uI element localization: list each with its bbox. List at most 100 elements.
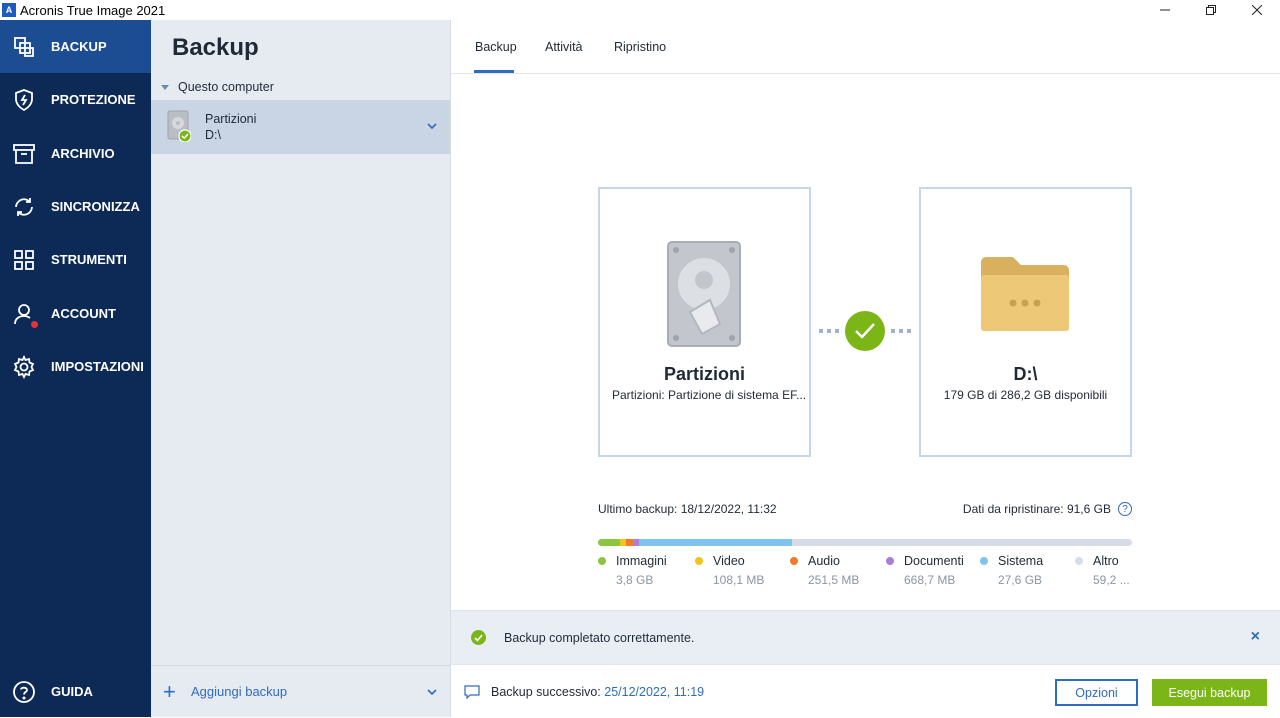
restore-data-info: Dati da ripristinare: 91,6 GB ? bbox=[963, 502, 1132, 516]
success-check-icon bbox=[471, 630, 486, 645]
tab-ripristino[interactable]: Ripristino bbox=[614, 40, 666, 54]
legend-dot bbox=[886, 557, 894, 565]
legend-label: Immagini bbox=[616, 554, 667, 568]
nav-item-strumenti[interactable]: STRUMENTI bbox=[0, 233, 151, 286]
restore-button[interactable] bbox=[1188, 0, 1234, 20]
connector-dots bbox=[819, 329, 839, 333]
window-title: Acronis True Image 2021 bbox=[20, 2, 166, 18]
nav-item-sincronizza[interactable]: SINCRONIZZA bbox=[0, 180, 151, 233]
hard-drive-icon bbox=[667, 241, 741, 347]
source-card[interactable]: Partizioni Partizioni: Partizione di sis… bbox=[598, 187, 811, 457]
notification-text: Backup completato correttamente. bbox=[504, 631, 695, 645]
nav-item-protezione[interactable]: PROTEZIONE bbox=[0, 73, 151, 126]
panel-title: Backup bbox=[172, 34, 259, 61]
nav-label: GUIDA bbox=[51, 684, 93, 699]
add-backup-button[interactable]: + Aggiungi backup bbox=[151, 665, 450, 717]
minimize-icon bbox=[1160, 9, 1170, 11]
plus-icon: + bbox=[163, 678, 176, 704]
backup-details: Backup Attività Ripristino Partizioni Pa… bbox=[451, 20, 1280, 717]
nav-item-account[interactable]: ACCOUNT bbox=[0, 287, 151, 340]
legend-value: 27,6 GB bbox=[998, 573, 1043, 587]
usage-segment-sistema bbox=[639, 539, 793, 546]
next-backup-date[interactable]: 25/12/2022, 11:19 bbox=[604, 685, 704, 699]
restore-data-label: Dati da ripristinare: 91,6 GB bbox=[962, 502, 1111, 516]
tab-backup[interactable]: Backup bbox=[475, 40, 517, 54]
nav-label: ARCHIVIO bbox=[51, 146, 115, 161]
connector-dots bbox=[891, 329, 911, 333]
legend-dot bbox=[790, 557, 798, 565]
help-icon bbox=[12, 680, 36, 704]
legend-label: Sistema bbox=[998, 554, 1044, 568]
nav-item-archivio[interactable]: ARCHIVIO bbox=[0, 127, 151, 180]
usage-legend: Immagini 3,8 GB Video 108,1 MB Audio 251… bbox=[598, 554, 1132, 594]
window-controls bbox=[1142, 0, 1280, 20]
hard-drive-ok-icon bbox=[167, 110, 191, 142]
storage-usage-bar bbox=[598, 539, 1132, 546]
backup-list-item[interactable]: Partizioni D:\ bbox=[151, 100, 450, 154]
active-tab-indicator bbox=[474, 70, 514, 73]
group-label: Questo computer bbox=[178, 80, 274, 94]
nav-item-guida[interactable]: GUIDA bbox=[0, 665, 151, 718]
close-notification-icon[interactable]: × bbox=[1251, 628, 1260, 646]
source-title: Partizioni bbox=[663, 364, 745, 384]
chevron-down-icon[interactable] bbox=[426, 686, 438, 698]
legend-label: Documenti bbox=[904, 554, 964, 568]
backup-destination: D:\ bbox=[205, 128, 221, 142]
run-backup-button[interactable]: Esegui backup bbox=[1152, 679, 1267, 706]
footer-bar: Backup successivo: 25/12/2022, 11:19 Opz… bbox=[451, 664, 1280, 717]
legend-label: Audio bbox=[808, 554, 840, 568]
nav-label: IMPOSTAZIONI bbox=[51, 359, 144, 374]
legend-value: 3,8 GB bbox=[616, 573, 654, 587]
chevron-down-icon[interactable] bbox=[426, 120, 438, 132]
usage-segment-immagini bbox=[598, 539, 620, 546]
nav-label: PROTEZIONE bbox=[51, 92, 136, 107]
legend-value: 251,5 MB bbox=[808, 573, 860, 587]
legend-dot bbox=[598, 557, 606, 565]
nav-label: STRUMENTI bbox=[51, 252, 127, 267]
legend-value: 59,2 ... bbox=[1093, 573, 1130, 587]
main-navigation: BACKUP PROTEZIONE ARCHIVIO SINCRONIZZA S… bbox=[0, 20, 151, 717]
usage-segment-altro bbox=[792, 539, 1132, 546]
success-check-icon bbox=[845, 311, 885, 351]
legend-label: Video bbox=[713, 554, 745, 568]
shield-icon bbox=[12, 88, 36, 112]
close-window-button[interactable] bbox=[1234, 0, 1280, 20]
last-backup-info: Ultimo backup: 18/12/2022, 11:32 bbox=[598, 502, 777, 516]
legend-dot bbox=[695, 557, 703, 565]
tab-attivita[interactable]: Attività bbox=[545, 40, 583, 54]
nav-item-impostazioni[interactable]: IMPOSTAZIONI bbox=[0, 340, 151, 393]
legend-value: 668,7 MB bbox=[904, 573, 956, 587]
add-backup-label: Aggiungi backup bbox=[191, 684, 288, 699]
success-notification: Backup completato correttamente. × bbox=[451, 610, 1280, 664]
grid-tools-icon bbox=[12, 248, 36, 272]
title-bar: A Acronis True Image 2021 bbox=[0, 0, 1280, 20]
backup-name: Partizioni bbox=[205, 112, 257, 126]
backup-copies-icon bbox=[12, 35, 36, 59]
group-header[interactable]: Questo computer bbox=[161, 80, 274, 94]
tab-bar: Backup Attività Ripristino bbox=[451, 20, 1280, 74]
nav-label: BACKUP bbox=[51, 39, 107, 54]
app-logo-icon: A bbox=[2, 3, 16, 17]
source-subtitle: Partizioni: Partizione di sistema EF... bbox=[612, 388, 807, 402]
question-mark-icon[interactable]: ? bbox=[1118, 502, 1132, 516]
legend-label: Altro bbox=[1093, 554, 1119, 568]
account-alert-badge bbox=[30, 320, 39, 329]
nav-label: SINCRONIZZA bbox=[51, 199, 140, 214]
destination-subtitle: 179 GB di 286,2 GB disponibili bbox=[943, 388, 1108, 402]
comment-icon[interactable] bbox=[464, 685, 480, 699]
legend-dot bbox=[980, 557, 988, 565]
restore-icon bbox=[1206, 5, 1216, 15]
folder-icon bbox=[981, 257, 1069, 331]
destination-card[interactable]: D:\ 179 GB di 286,2 GB disponibili bbox=[919, 187, 1132, 457]
close-icon bbox=[1252, 5, 1262, 15]
nav-item-backup[interactable]: BACKUP bbox=[0, 20, 151, 73]
collapse-triangle-icon bbox=[161, 84, 169, 90]
sync-icon bbox=[12, 195, 36, 219]
next-backup-info: Backup successivo: 25/12/2022, 11:19 bbox=[491, 685, 704, 699]
gear-icon bbox=[12, 354, 36, 379]
minimize-button[interactable] bbox=[1142, 0, 1188, 20]
destination-title: D:\ bbox=[1013, 364, 1038, 384]
nav-label: ACCOUNT bbox=[51, 306, 116, 321]
options-button[interactable]: Opzioni bbox=[1055, 679, 1138, 706]
legend-dot bbox=[1075, 557, 1083, 565]
